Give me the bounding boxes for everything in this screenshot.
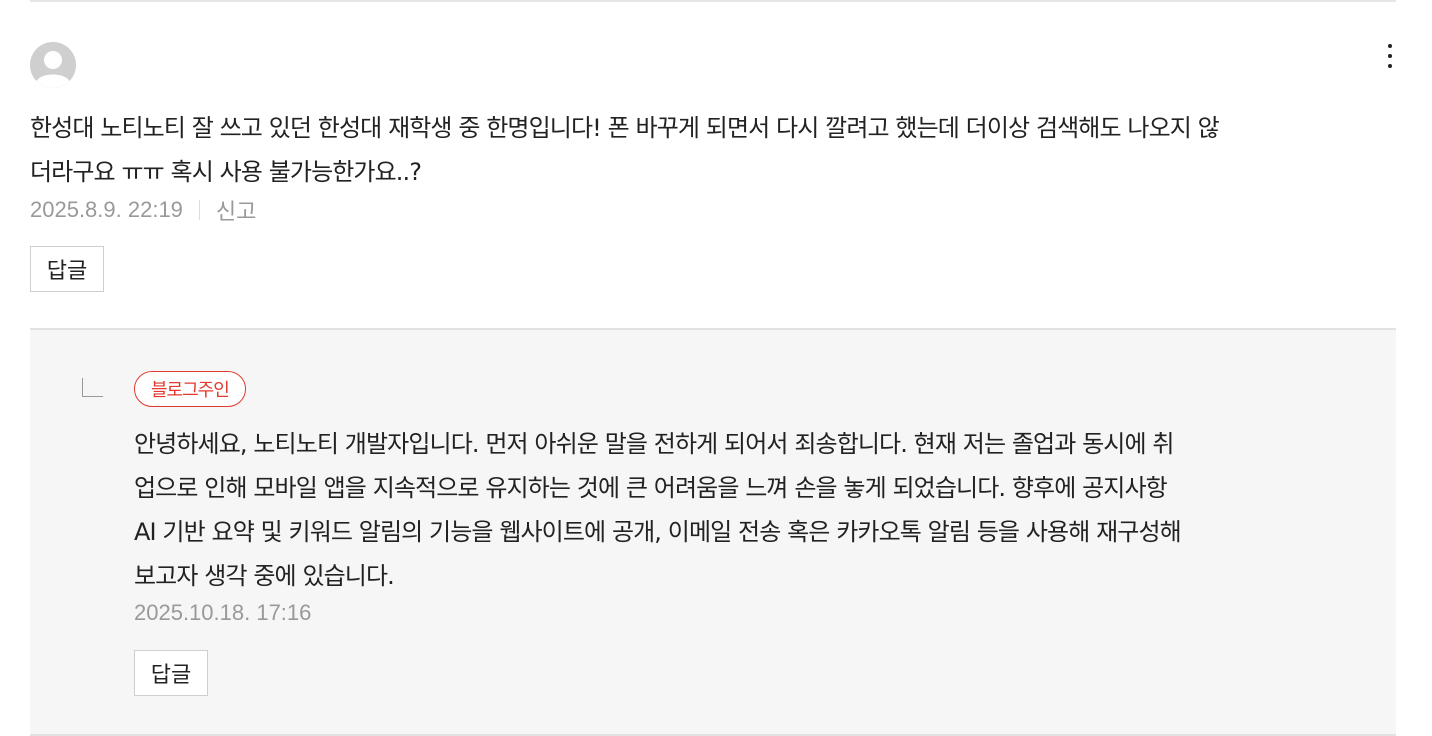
report-link[interactable]: 신고 <box>216 194 256 226</box>
avatar[interactable] <box>30 42 76 88</box>
comment: 한성대 노티노티 잘 쓰고 있던 한성대 재학생 중 한명입니다! 폰 바꾸게 … <box>30 2 1396 328</box>
reply-indent-icon <box>82 378 103 397</box>
owner-reply: 블로그주인 안녕하세요, 노티노티 개발자입니다. 먼저 아쉬운 말을 전하게 … <box>30 330 1396 734</box>
comment-timestamp: 2025.8.9. 22:19 <box>30 197 183 222</box>
reply-reply-button[interactable]: 답글 <box>134 650 208 696</box>
default-user-icon <box>30 42 76 88</box>
blog-owner-badge: 블로그주인 <box>134 371 246 407</box>
comment-text: 한성대 노티노티 잘 쓰고 있던 한성대 재학생 중 한명입니다! 폰 바꾸게 … <box>30 114 1220 186</box>
reply-button[interactable]: 답글 <box>30 246 104 292</box>
more-vertical-icon[interactable] <box>1384 42 1396 70</box>
comment-meta: 2025.8.9. 22:19 신고 <box>30 194 256 226</box>
reply-text: 안녕하세요, 노티노티 개발자입니다. 먼저 아쉬운 말을 전하게 되어서 죄송… <box>134 430 1182 590</box>
reply-timestamp: 2025.10.18. 17:16 <box>134 600 312 625</box>
meta-separator <box>198 200 200 220</box>
